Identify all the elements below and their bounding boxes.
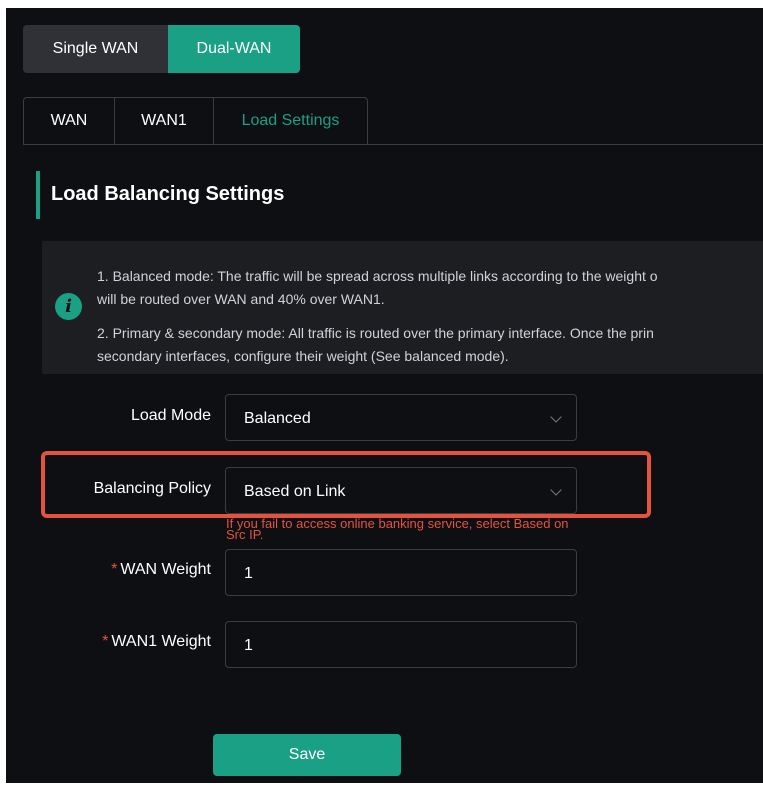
balancing-policy-value: Based on Link [244,483,346,500]
info-box: i 1. Balanced mode: The traffic will be … [42,241,763,374]
balancing-policy-hint: If you fail to access online banking ser… [226,516,569,542]
wan-weight-label: * WAN Weight [111,561,211,579]
balancing-policy-label: Balancing Policy [93,480,211,497]
wan1-weight-label: * WAN1 Weight [102,633,211,651]
info-text: 1. Balanced mode: The traffic will be sp… [97,265,763,368]
save-button[interactable]: Save [213,734,401,776]
tab-wan1[interactable]: WAN1 [115,97,214,145]
info-line: secondary interfaces, configure their we… [97,348,509,364]
info-icon: i [55,293,82,320]
section-title: Load Balancing Settings [51,183,285,205]
wan-tabs: WAN WAN1 Load Settings [23,97,368,145]
info-line: 2. Primary & secondary mode: All traffic… [97,325,654,341]
chevron-down-icon [550,411,562,423]
wan1-weight-label-text: WAN1 Weight [111,633,211,650]
wan-weight-value: 1 [244,565,253,582]
required-mark: * [111,561,118,578]
tab-load-settings[interactable]: Load Settings [214,97,368,145]
balancing-policy-select[interactable]: Based on Link [225,467,577,514]
wan-weight-label-text: WAN Weight [120,561,211,578]
required-mark: * [102,633,109,650]
tab-wan[interactable]: WAN [23,97,115,145]
wan-mode-switch: Single WAN Dual-WAN [23,25,300,73]
section-accent-bar [36,171,40,219]
load-mode-select[interactable]: Balanced [225,394,577,441]
load-settings-panel: Single WAN Dual-WAN WAN WAN1 Load Settin… [6,8,763,783]
info-line: 1. Balanced mode: The traffic will be sp… [97,268,658,284]
load-mode-value: Balanced [244,410,311,427]
wan-weight-input[interactable]: 1 [225,549,577,596]
chevron-down-icon [550,484,562,496]
tab-divider [366,144,763,145]
single-wan-button[interactable]: Single WAN [23,25,168,73]
wan1-weight-value: 1 [244,637,253,654]
load-mode-label: Load Mode [130,407,211,424]
wan1-weight-input[interactable]: 1 [225,621,577,668]
dual-wan-button[interactable]: Dual-WAN [168,25,300,73]
info-line: will be routed over WAN and 40% over WAN… [97,291,385,307]
